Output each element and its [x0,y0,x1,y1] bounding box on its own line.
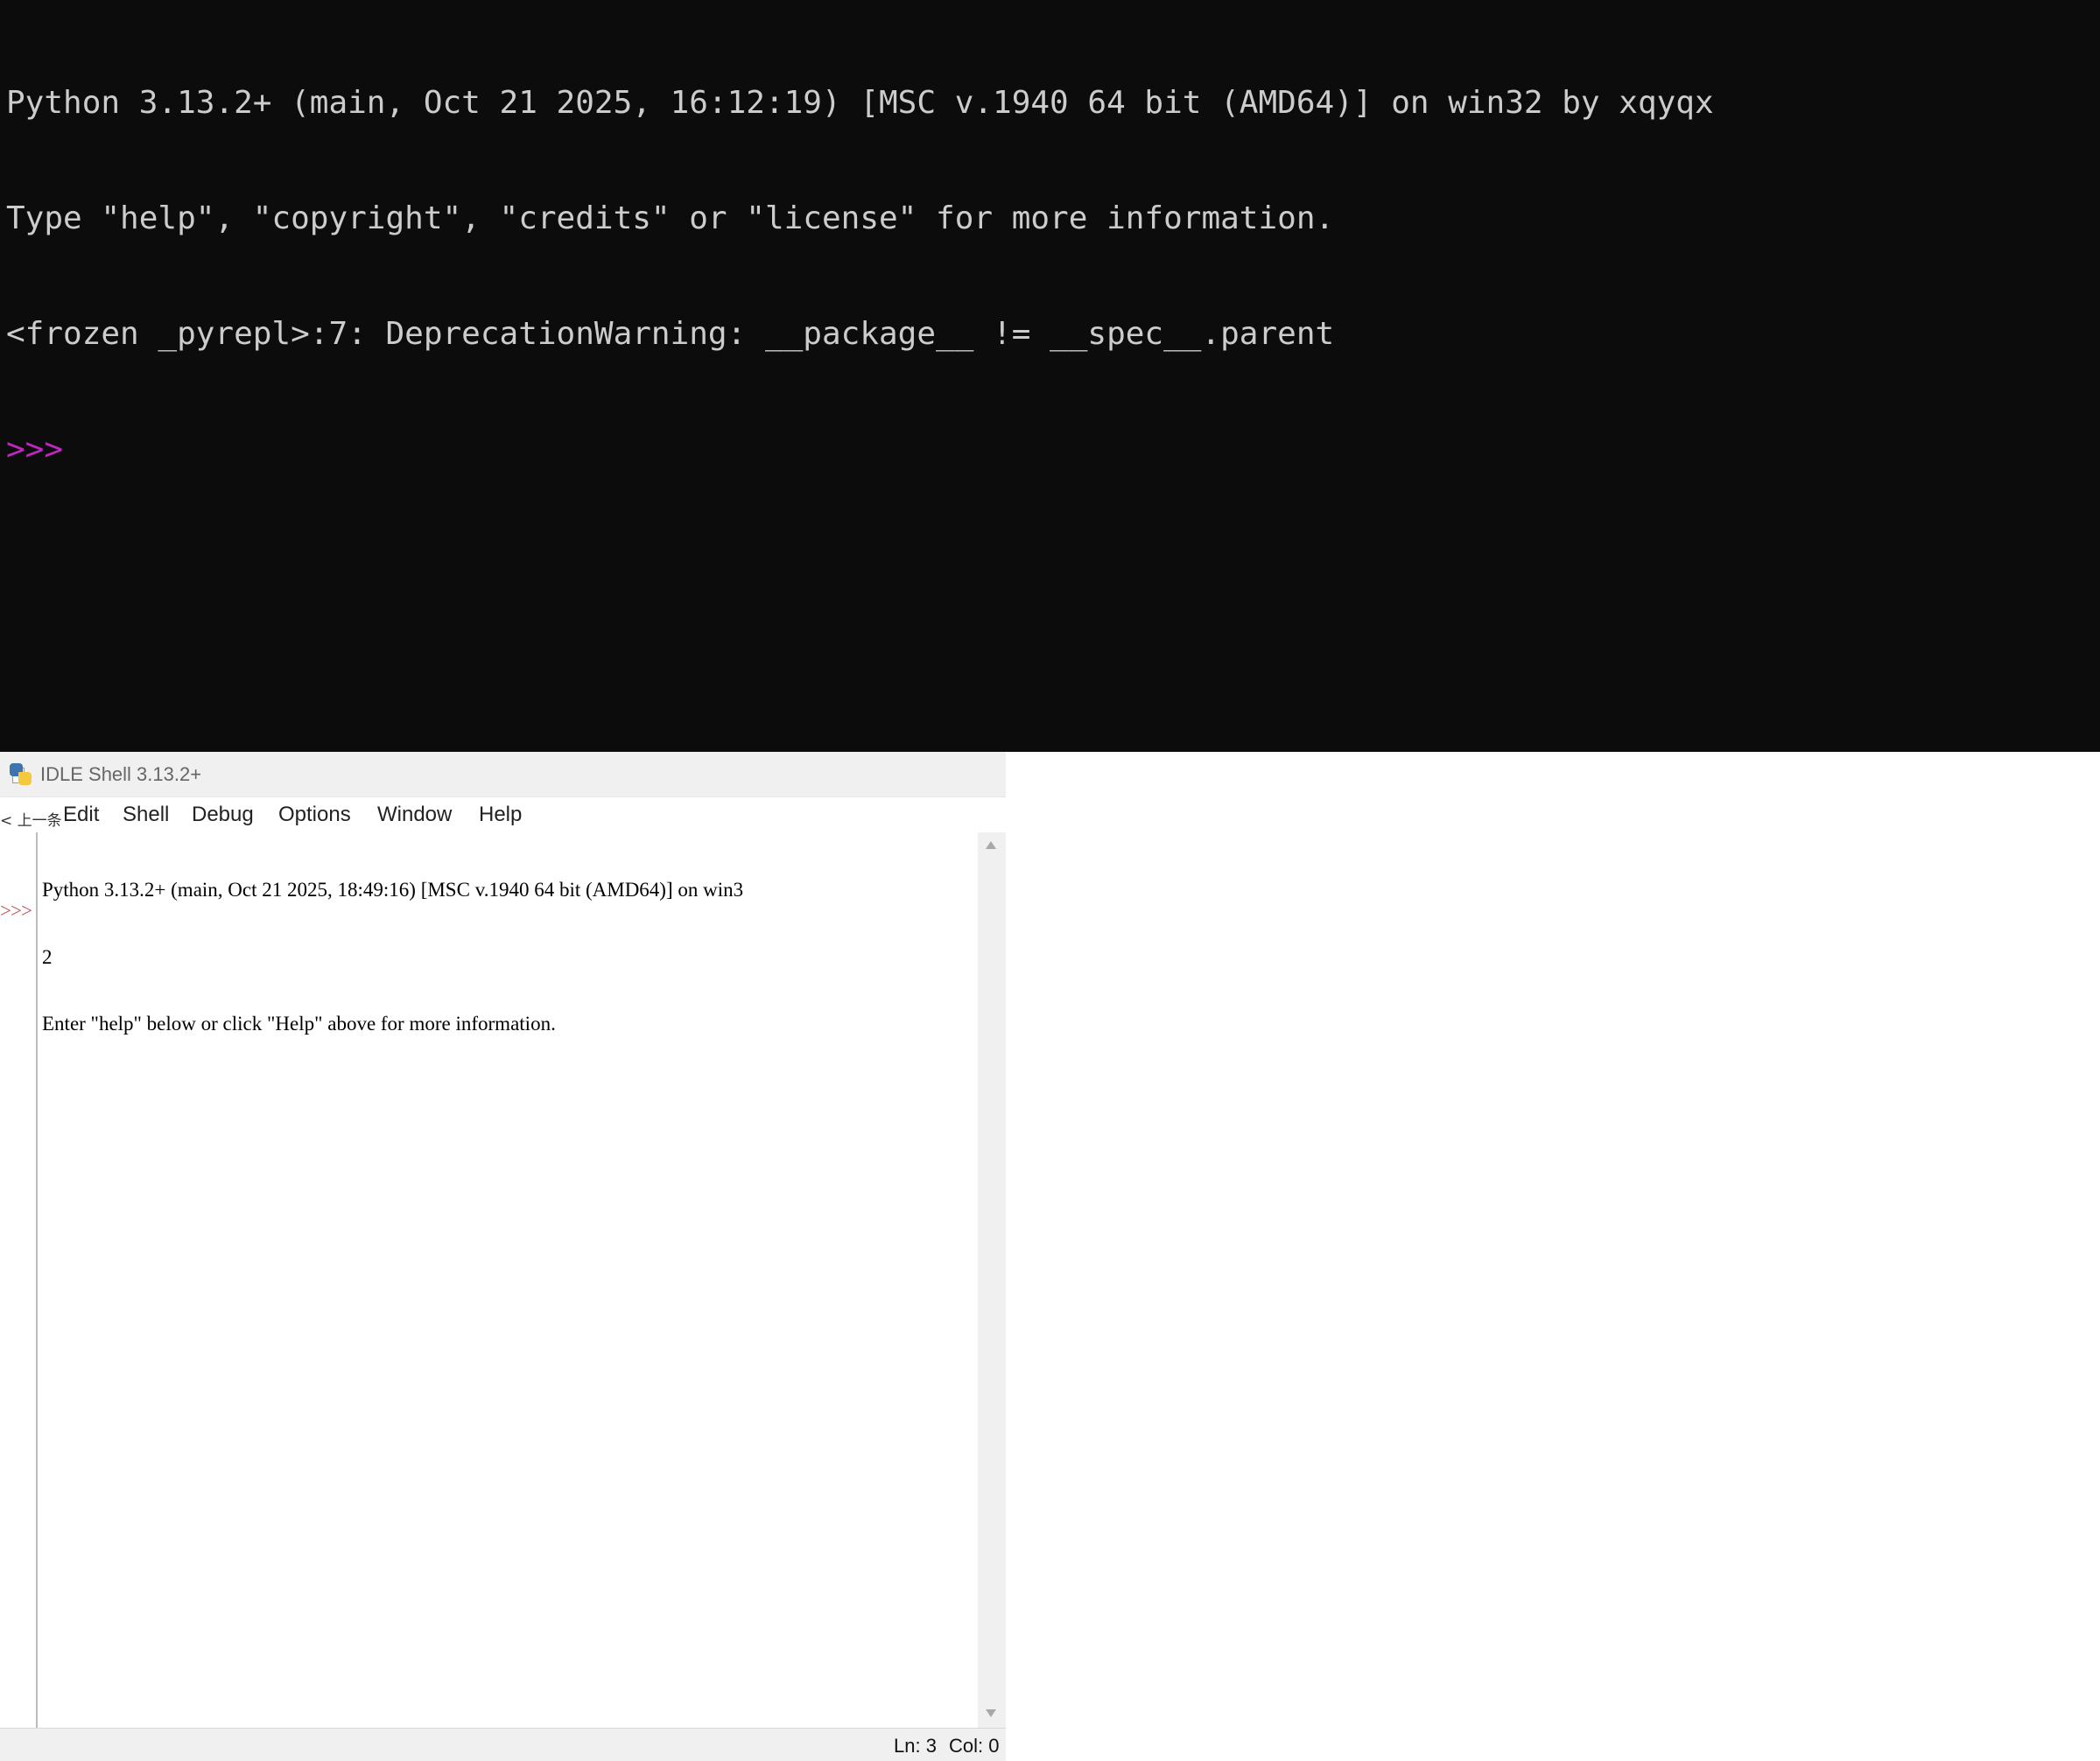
menu-edit[interactable]: Edit [63,803,99,827]
shell-input-line[interactable] [42,1080,974,1103]
title-bar[interactable]: IDLE Shell 3.13.2+ [0,752,1006,797]
status-bar: Ln: 3 Col: 0 [0,1728,1006,1761]
menu-bar: < 上一条 Edit Shell Debug Options Window He… [0,797,1006,832]
idle-shell-window: IDLE Shell 3.13.2+ < 上一条 Edit Shell Debu… [0,752,1006,1761]
terminal-output-line: <frozen _pyrepl>:7: DeprecationWarning: … [6,316,1335,352]
shell-output-line: Enter "help" below or click "Help" above… [42,1013,556,1035]
terminal-output-line: Python 3.13.2+ (main, Oct 21 2025, 16:12… [6,85,1714,121]
window-title: IDLE Shell 3.13.2+ [40,762,202,785]
previous-link[interactable]: < 上一条 [0,808,62,830]
menu-window[interactable]: Window [377,803,452,827]
menu-options[interactable]: Options [278,803,351,827]
shell-prompt: >>> [0,900,32,922]
terminal-output-line: Type "help", "copyright", "credits" or "… [6,200,1335,236]
shell-editor[interactable]: >>> Python 3.13.2+ (main, Oct 21 2025, 1… [0,832,1006,1728]
vertical-scrollbar[interactable] [978,832,1006,1728]
python-idle-icon [10,762,32,786]
line-number-status: Ln: 3 [894,1735,937,1757]
shell-output[interactable]: Python 3.13.2+ (main, Oct 21 2025, 18:49… [42,834,974,1147]
prompt-gutter: >>> [0,832,38,1728]
terminal-input-line[interactable]: >>> [6,431,2100,469]
terminal-window[interactable]: Python 3.13.2+ (main, Oct 21 2025, 16:12… [0,0,2100,752]
column-number-status: Col: 0 [949,1735,1000,1757]
menu-help[interactable]: Help [479,803,522,827]
terminal-prompt: >>> [6,431,64,467]
shell-output-line: 2 [42,945,53,968]
scroll-down-icon[interactable] [986,1709,996,1717]
menu-shell[interactable]: Shell [123,803,169,827]
scroll-up-icon[interactable] [986,841,996,849]
menu-debug[interactable]: Debug [192,803,254,827]
shell-output-line: Python 3.13.2+ (main, Oct 21 2025, 18:49… [42,879,744,901]
